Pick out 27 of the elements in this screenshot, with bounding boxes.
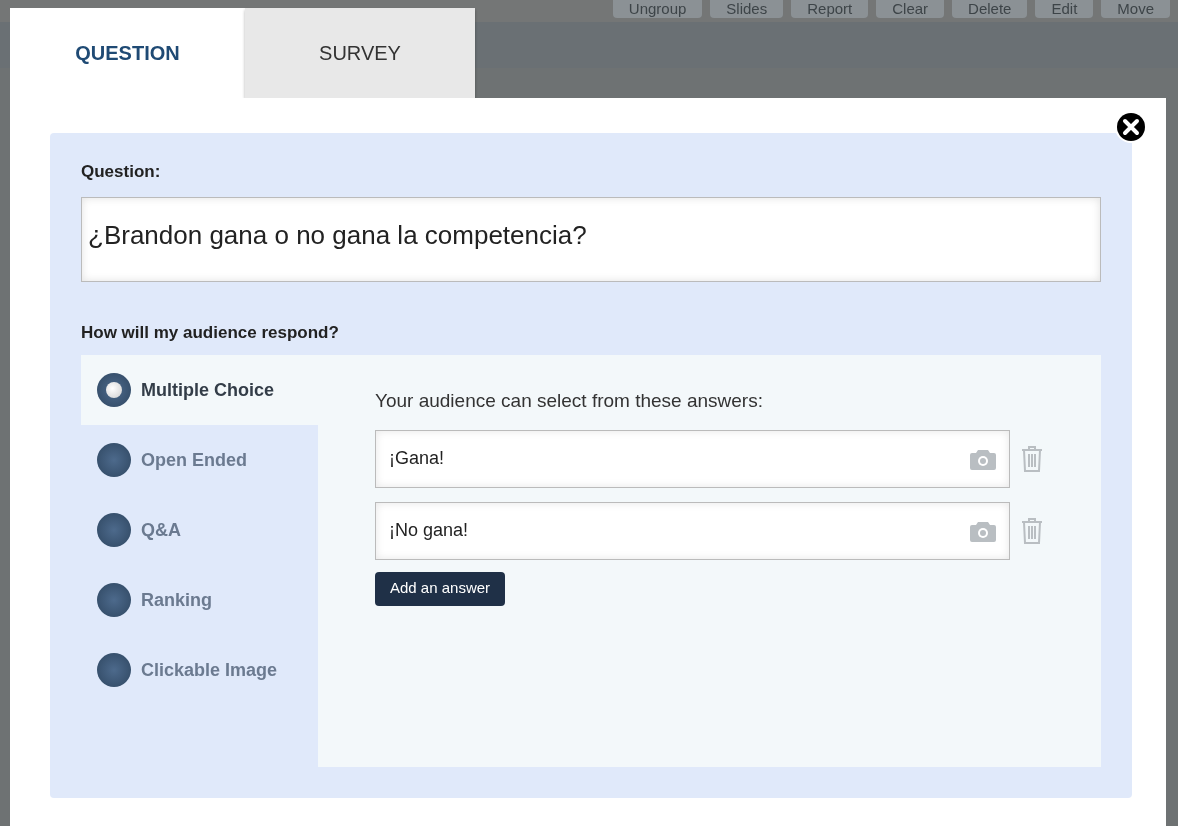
answers-intro: Your audience can select from these answers: — [375, 389, 764, 413]
toolbar-button[interactable]: Delete — [952, 0, 1028, 18]
toolbar-button[interactable]: Edit — [1035, 0, 1094, 18]
radio-button[interactable] — [97, 443, 131, 477]
toolbar-button[interactable]: Clear — [876, 0, 945, 18]
toolbar-button[interactable]: Report — [791, 0, 869, 18]
tab[interactable]: SURVEY — [245, 8, 475, 98]
question-field[interactable]: ¿Brandon gana o no gana la competencia? — [81, 196, 1101, 282]
toolbar-button[interactable]: Ungroup — [612, 0, 703, 18]
response-option[interactable]: Multiple Choice — [81, 355, 318, 425]
answer-field[interactable]: ¡Gana! — [375, 429, 1010, 488]
tab[interactable]: QUESTION — [10, 8, 245, 98]
answer-field[interactable]: ¡No gana! — [375, 501, 1010, 560]
add-answer-button[interactable]: Add an answer — [375, 571, 506, 606]
toolbar-button[interactable]: Move — [1101, 0, 1170, 18]
response-option[interactable]: Q&A — [81, 495, 318, 565]
response-label: How will my audience respond? — [81, 321, 340, 344]
toolbar-button[interactable]: Slides — [710, 0, 784, 18]
radio-button[interactable] — [97, 653, 131, 687]
radio-button[interactable] — [97, 583, 131, 617]
response-option[interactable]: Open Ended — [81, 425, 318, 495]
response-option[interactable]: Clickable Image — [81, 635, 318, 705]
response-option[interactable]: Ranking — [81, 565, 318, 635]
question-label: Question: — [81, 161, 162, 183]
radio-button[interactable] — [97, 513, 131, 547]
close-icon[interactable] — [1114, 110, 1148, 144]
radio-button[interactable] — [97, 373, 131, 407]
